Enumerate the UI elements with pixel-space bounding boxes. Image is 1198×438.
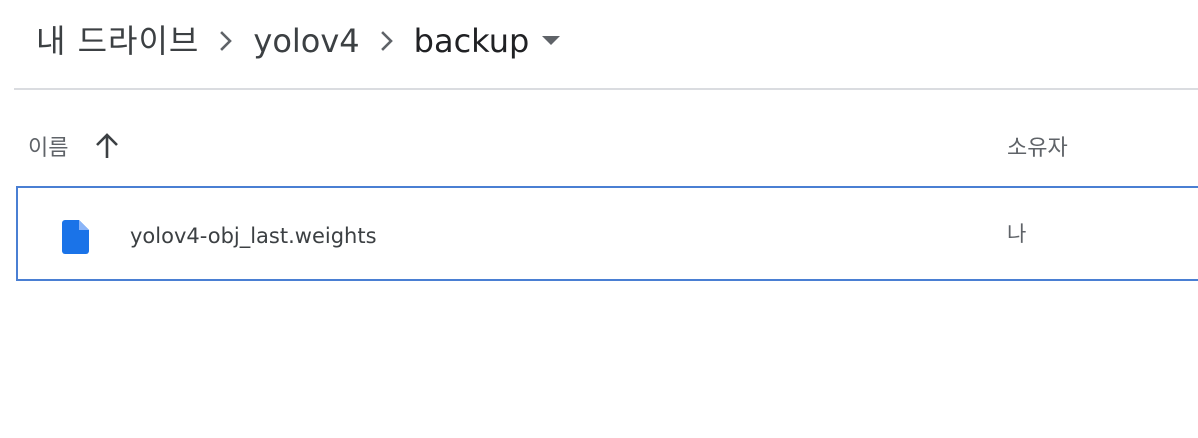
file-row[interactable]: yolov4-obj_last.weights 나 bbox=[16, 186, 1198, 281]
chevron-right-icon bbox=[201, 14, 251, 68]
chevron-right-icon bbox=[362, 14, 412, 68]
breadcrumb-folder-yolov4[interactable]: yolov4 bbox=[251, 14, 361, 68]
breadcrumb-my-drive[interactable]: 내 드라이브 bbox=[34, 14, 201, 68]
breadcrumb-current-folder[interactable]: backup bbox=[412, 14, 532, 68]
caret-down-icon[interactable] bbox=[531, 14, 571, 68]
column-name-label: 이름 bbox=[28, 136, 69, 161]
file-icon bbox=[62, 220, 90, 254]
column-header-owner[interactable]: 소유자 bbox=[1007, 126, 1068, 166]
file-owner: 나 bbox=[1007, 222, 1027, 246]
breadcrumb: 내 드라이브 yolov4 backup bbox=[34, 14, 571, 68]
file-name: yolov4-obj_last.weights bbox=[130, 224, 377, 248]
column-header-name[interactable]: 이름 bbox=[28, 126, 122, 166]
header-divider bbox=[14, 88, 1198, 90]
arrow-up-icon[interactable] bbox=[92, 126, 122, 166]
